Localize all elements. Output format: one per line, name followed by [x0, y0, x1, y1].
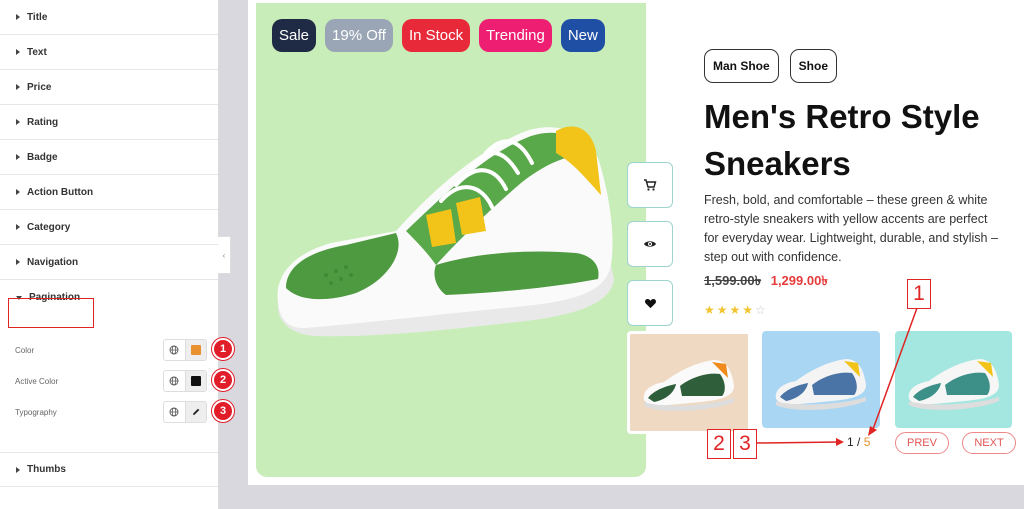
globe-icon[interactable] [164, 371, 185, 391]
caret-right-icon [16, 154, 20, 160]
star-filled-icon: ★ [716, 303, 730, 317]
section-label: Thumbs [27, 464, 66, 475]
category-list: Man Shoe Shoe [704, 49, 838, 83]
badge-discount: 19% Off [325, 19, 393, 52]
section-label: Badge [27, 151, 58, 163]
sale-price: 1,299.00৳ [770, 273, 828, 288]
pagination-highlight-box [8, 298, 94, 328]
rating-stars: ★★★★☆ [704, 303, 768, 317]
old-price: 1,599.00৳ [704, 273, 762, 288]
control-label: Color [15, 345, 35, 355]
product-image-card [253, 0, 649, 480]
section-title[interactable]: Title [0, 0, 218, 35]
callout-box-3: 3 [733, 429, 757, 459]
section-price[interactable]: Price [0, 70, 218, 105]
step-marker-3: 3 [212, 400, 234, 422]
typography-edit-button[interactable] [184, 402, 206, 422]
next-button[interactable]: NEXT [962, 432, 1016, 454]
editor-panel: Title Text Price Rating Badge Action But… [0, 0, 234, 509]
section-label: Action Button [27, 186, 94, 198]
pagination-total: 5 [863, 435, 871, 449]
thumbnail-3[interactable] [895, 331, 1012, 428]
caret-right-icon [16, 259, 20, 265]
pagination-separator: / [857, 435, 861, 449]
star-empty-icon: ☆ [755, 303, 768, 317]
quick-view-button[interactable] [627, 221, 673, 267]
pencil-icon [192, 408, 200, 415]
badge-sale: Sale [272, 19, 317, 52]
active-color-control-group [163, 370, 207, 392]
section-badge[interactable]: Badge [0, 140, 218, 175]
sneaker-thumb-image [908, 359, 999, 410]
section-action-button[interactable]: Action Button [0, 175, 218, 210]
category-tag[interactable]: Man Shoe [704, 49, 779, 83]
sneaker-thumb-image [643, 360, 734, 411]
caret-right-icon [16, 224, 20, 230]
caret-right-icon [16, 466, 20, 473]
control-color: Color [0, 339, 218, 361]
color-swatch [190, 345, 201, 355]
star-filled-icon: ★ [742, 303, 756, 317]
badge-new: New [560, 19, 605, 52]
callout-box-2: 2 [707, 429, 731, 459]
badge-list: Sale 19% Off In Stock Trending New [272, 19, 605, 52]
typography-control-group [163, 401, 207, 423]
section-label: Price [27, 81, 52, 93]
caret-right-icon [16, 14, 20, 20]
product-title: Men's Retro Style Sneakers [704, 98, 980, 182]
star-filled-icon: ★ [729, 303, 743, 317]
callout-box-1: 1 [907, 279, 931, 309]
pagination-current: 1 [847, 435, 854, 449]
active-color-swatch-button[interactable] [184, 371, 206, 391]
color-swatch-button[interactable] [184, 340, 206, 360]
prev-button[interactable]: PREV [895, 432, 949, 454]
thumbnail-2[interactable] [762, 331, 880, 428]
pagination-counter: 1 / 5 [847, 435, 870, 449]
wishlist-button[interactable] [627, 280, 673, 326]
color-control-group [163, 339, 207, 361]
control-active-color: Active Color [0, 370, 218, 392]
color-swatch [190, 376, 201, 386]
badge-in-stock: In Stock [401, 19, 471, 52]
section-label: Navigation [27, 256, 79, 268]
eye-icon [644, 241, 656, 247]
section-navigation[interactable]: Navigation [0, 245, 218, 280]
product-actions [627, 162, 673, 326]
thumbnail-1[interactable] [627, 331, 751, 434]
sneaker-thumb-image [775, 359, 866, 410]
section-label: Category [27, 221, 71, 233]
badge-trending: Trending [479, 19, 552, 52]
section-label: Title [27, 11, 48, 23]
step-marker-2: 2 [212, 369, 234, 391]
cart-icon [644, 179, 657, 191]
control-label: Active Color [15, 376, 59, 386]
section-text[interactable]: Text [0, 35, 218, 70]
control-typography: Typography [0, 401, 218, 423]
globe-icon[interactable] [164, 402, 185, 422]
chevron-left-icon: ‹ [222, 250, 226, 260]
category-tag[interactable]: Shoe [789, 49, 838, 83]
section-label: Rating [27, 116, 59, 128]
section-rating[interactable]: Rating [0, 105, 218, 140]
panel-collapse-toggle[interactable]: ‹ [218, 236, 231, 274]
add-to-cart-button[interactable] [627, 162, 673, 208]
caret-right-icon [16, 189, 20, 195]
section-label: Text [27, 46, 47, 58]
globe-icon[interactable] [164, 340, 185, 360]
star-filled-icon: ★ [704, 303, 717, 317]
step-marker-1: 1 [212, 338, 234, 360]
caret-right-icon [16, 49, 20, 55]
product-description: Fresh, bold, and comfortable – these gre… [704, 193, 998, 264]
heart-icon [644, 298, 656, 308]
section-thumbs[interactable]: Thumbs [0, 452, 218, 487]
caret-right-icon [16, 84, 20, 90]
price-block: 1,599.00৳ 1,299.00৳ [704, 272, 828, 293]
section-category[interactable]: Category [0, 210, 218, 245]
sneaker-image [277, 126, 614, 337]
caret-right-icon [16, 119, 20, 125]
control-label: Typography [15, 407, 57, 417]
